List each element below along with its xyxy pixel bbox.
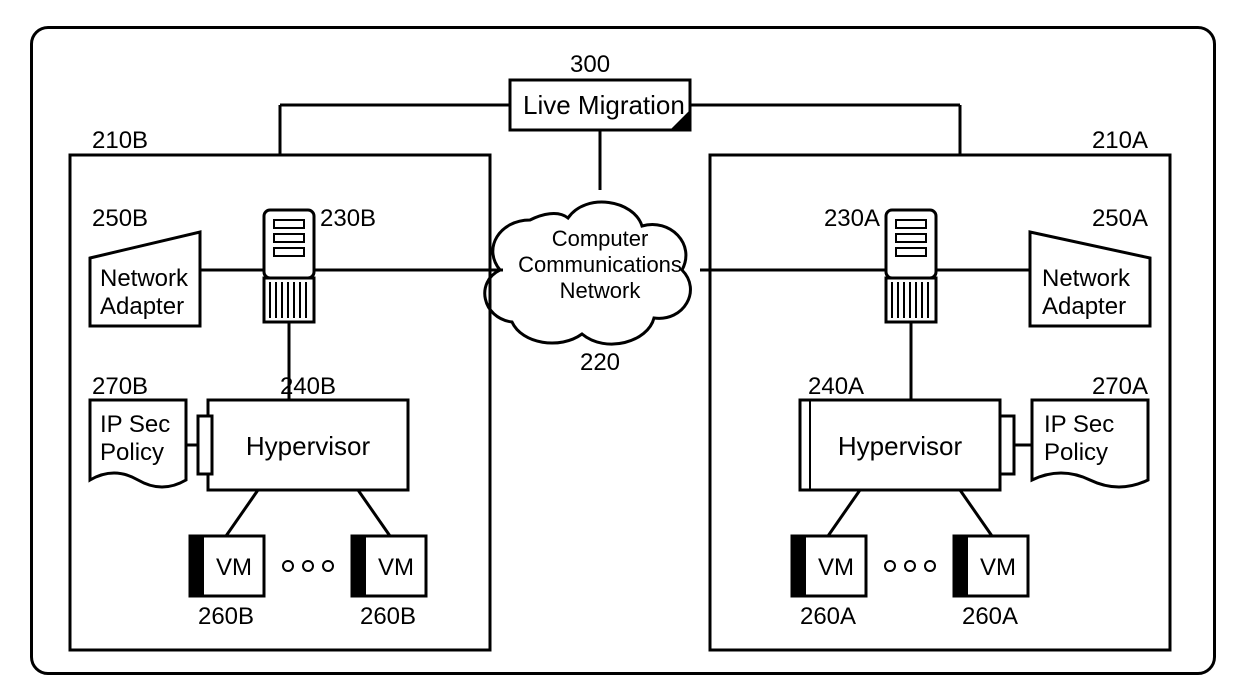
policy-b-line2: Policy — [100, 439, 164, 466]
ref-260A-1: 260A — [800, 603, 856, 630]
ref-240A: 240A — [808, 373, 864, 400]
line-hyp-vm1-a — [828, 490, 860, 536]
vm-a-1: VM — [792, 536, 866, 596]
ref-210A: 210A — [1092, 127, 1148, 154]
vm-b-2: VM — [352, 536, 426, 596]
server-icon-a — [886, 210, 936, 322]
hypervisor-b-label: Hypervisor — [246, 431, 371, 461]
server-icon-b — [264, 210, 314, 322]
ellipsis-dot — [323, 561, 333, 571]
line-hyp-vm2-a — [960, 490, 992, 536]
vm-a-2: VM — [954, 536, 1028, 596]
ellipsis-dot — [925, 561, 935, 571]
adapter-a-line1: Network — [1042, 265, 1131, 292]
live-migration-label: Live Migration — [523, 90, 685, 120]
ref-230A: 230A — [824, 205, 880, 232]
ref-260B-1: 260B — [198, 603, 254, 630]
ref-250A: 250A — [1092, 205, 1148, 232]
cloud-line2: Communications — [518, 252, 682, 277]
cloud-line1: Computer — [552, 226, 649, 251]
ref-270A: 270A — [1092, 373, 1148, 400]
ref-230B: 230B — [320, 205, 376, 232]
vm-b-1-label: VM — [216, 554, 252, 581]
hypervisor-a-label: Hypervisor — [838, 431, 963, 461]
ref-210B: 210B — [92, 127, 148, 154]
diagram-svg: 300 Live Migration Computer Communicatio… — [0, 0, 1240, 699]
line-hyp-vm1-b — [226, 490, 258, 536]
vm-b-2-label: VM — [378, 554, 414, 581]
ref-300: 300 — [570, 51, 610, 78]
policy-a-line1: IP Sec — [1044, 411, 1114, 438]
ellipsis-dot — [885, 561, 895, 571]
hypervisor-a-tab — [1000, 416, 1014, 474]
ellipsis-dot — [303, 561, 313, 571]
diagram-canvas: 300 Live Migration Computer Communicatio… — [0, 0, 1240, 699]
policy-b-line1: IP Sec — [100, 411, 170, 438]
adapter-a-line2: Adapter — [1042, 293, 1126, 320]
cloud-line3: Network — [560, 278, 642, 303]
policy-a-line2: Policy — [1044, 439, 1108, 466]
ref-250B: 250B — [92, 205, 148, 232]
line-hyp-vm2-b — [358, 490, 390, 536]
ellipsis-dot — [283, 561, 293, 571]
vm-b-1: VM — [190, 536, 264, 596]
adapter-b-line2: Adapter — [100, 293, 184, 320]
ref-270B: 270B — [92, 373, 148, 400]
vm-a-2-label: VM — [980, 554, 1016, 581]
ref-260B-2: 260B — [360, 603, 416, 630]
hypervisor-b-tab — [198, 416, 212, 474]
ref-260A-2: 260A — [962, 603, 1018, 630]
adapter-b-line1: Network — [100, 265, 189, 292]
ellipsis-dot — [905, 561, 915, 571]
ref-240B: 240B — [280, 373, 336, 400]
ref-220: 220 — [580, 349, 620, 376]
vm-a-1-label: VM — [818, 554, 854, 581]
